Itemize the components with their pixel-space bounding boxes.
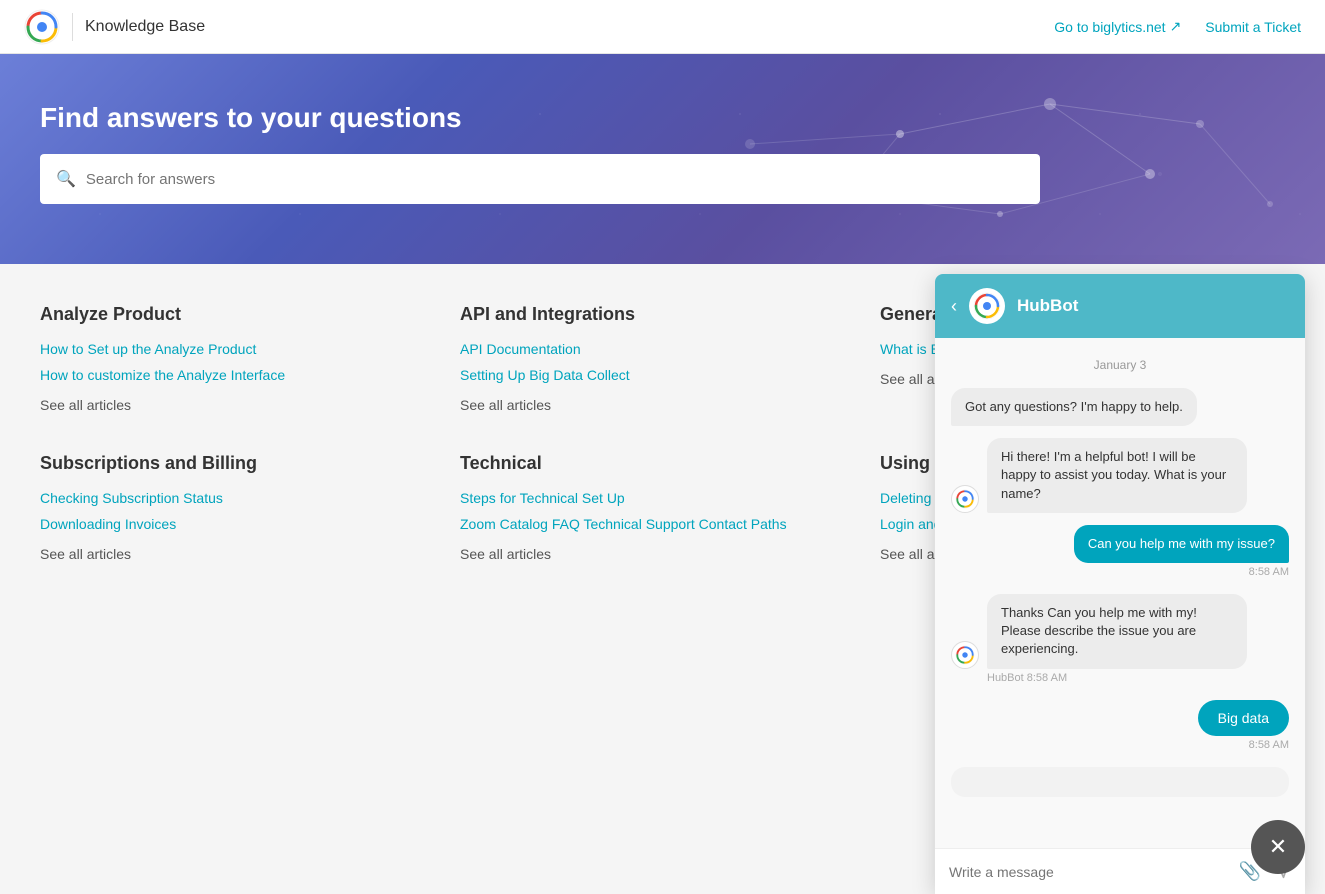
category-title: API and Integrations: [460, 304, 820, 325]
chat-footer: 📎: [935, 848, 1305, 894]
category-api-integrations: API and Integrations API Documentation Set…: [460, 304, 820, 413]
category-links: Steps for Technical Set Up Zoom Catalog F…: [460, 490, 820, 532]
category-subscriptions-billing: Subscriptions and Billing Checking Subscr…: [40, 453, 400, 562]
search-input[interactable]: [86, 171, 1024, 188]
category-links: API Documentation Setting Up Big Data Col…: [460, 341, 820, 383]
bot-bubble-2: Hi there! I'm a helpful bot! I will be h…: [987, 438, 1247, 513]
bot-message-row-3: Thanks Can you help me with my! Please d…: [951, 594, 1289, 669]
chat-body: January 3 Got any questions? I'm happy t…: [935, 338, 1305, 848]
see-all-link[interactable]: See all articles: [40, 397, 400, 413]
user-msg-time-2: 8:58 AM: [1249, 739, 1289, 751]
category-title: Technical: [460, 453, 820, 474]
category-link-item[interactable]: Downloading Invoices: [40, 516, 400, 532]
app-header: Knowledge Base Go to biglytics.net ↗ Sub…: [0, 0, 1325, 54]
category-link-item[interactable]: How to Set up the Analyze Product: [40, 341, 400, 357]
see-all-link[interactable]: See all articles: [460, 397, 820, 413]
big-data-button[interactable]: Big data: [1198, 700, 1289, 736]
bot-avatar-small: [951, 485, 979, 513]
search-bar: 🔍: [40, 154, 1040, 204]
chat-close-button[interactable]: ✕: [1251, 820, 1305, 874]
hero-title: Find answers to your questions: [40, 102, 1285, 134]
chat-message-input[interactable]: [949, 864, 1229, 880]
category-title: Analyze Product: [40, 304, 400, 325]
partial-message: [951, 767, 1289, 797]
user-msg-time-1: 8:58 AM: [1249, 566, 1289, 578]
user-bubble-1: Can you help me with my issue?: [1074, 525, 1289, 563]
user-message-row-2: Big data 8:58 AM: [951, 696, 1289, 751]
category-link-item[interactable]: API Documentation: [460, 341, 820, 357]
category-links: How to Set up the Analyze Product How to …: [40, 341, 400, 383]
go-to-biglytics-link[interactable]: Go to biglytics.net ↗: [1054, 18, 1181, 35]
bot-avatar-small-2: [951, 641, 979, 669]
category-link-item[interactable]: Checking Subscription Status: [40, 490, 400, 506]
chat-widget: ‹ HubBot January 3 Got any questions? I'…: [935, 274, 1305, 894]
bot-bubble-1: Got any questions? I'm happy to help.: [951, 388, 1197, 426]
category-technical: Technical Steps for Technical Set Up Zoom …: [460, 453, 820, 562]
hero-section: Find answers to your questions 🔍: [0, 54, 1325, 264]
see-all-link[interactable]: See all articles: [460, 546, 820, 562]
category-links: Checking Subscription Status Downloading …: [40, 490, 400, 532]
user-message-row-1: Can you help me with my issue? 8:58 AM: [951, 525, 1289, 578]
bot-bubble-3: Thanks Can you help me with my! Please d…: [987, 594, 1247, 669]
submit-ticket-link[interactable]: Submit a Ticket: [1205, 19, 1301, 35]
see-all-link[interactable]: See all articles: [40, 546, 400, 562]
header-right: Go to biglytics.net ↗ Submit a Ticket: [1054, 18, 1301, 35]
category-link-item[interactable]: Setting Up Big Data Collect: [460, 367, 820, 383]
header-divider: [72, 13, 73, 41]
chat-back-button[interactable]: ‹: [951, 296, 957, 317]
bot-message-row-1: Got any questions? I'm happy to help.: [951, 388, 1289, 426]
bot-message-row-2: Hi there! I'm a helpful bot! I will be h…: [951, 438, 1289, 513]
bot-name-time: HubBot 8:58 AM: [987, 672, 1289, 684]
header-left: Knowledge Base: [24, 9, 205, 45]
category-link-item[interactable]: Steps for Technical Set Up: [460, 490, 820, 506]
search-icon: 🔍: [56, 169, 76, 189]
category-title: Subscriptions and Billing: [40, 453, 400, 474]
chat-bot-name: HubBot: [1017, 296, 1078, 316]
chat-header: ‹ HubBot: [935, 274, 1305, 338]
external-link-icon: ↗: [1170, 18, 1182, 35]
chat-date: January 3: [951, 358, 1289, 372]
header-title: Knowledge Base: [85, 18, 205, 36]
category-link-item[interactable]: How to customize the Analyze Interface: [40, 367, 400, 383]
category-link-item[interactable]: Zoom Catalog FAQ Technical Support Conta…: [460, 516, 820, 532]
chat-bot-avatar: [969, 288, 1005, 324]
app-logo: [24, 9, 60, 45]
category-analyze-product: Analyze Product How to Set up the Analyze…: [40, 304, 400, 413]
bot-response-row: Thanks Can you help me with my! Please d…: [951, 594, 1289, 684]
close-icon: ✕: [1269, 834, 1287, 860]
